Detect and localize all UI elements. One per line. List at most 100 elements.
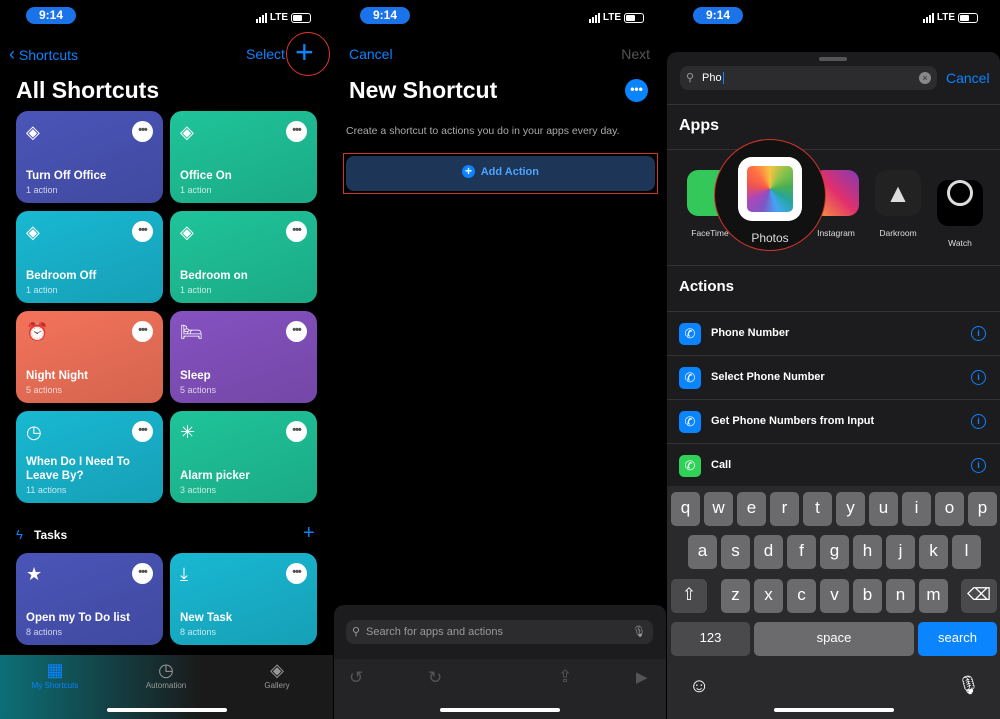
more-icon[interactable]: ••• (132, 121, 153, 142)
space-key[interactable]: space (754, 622, 914, 656)
search-key[interactable]: search (918, 622, 997, 656)
key-n[interactable]: n (886, 579, 915, 613)
shortcut-card[interactable]: 🛏 ••• Sleep 5 actions (170, 311, 317, 403)
key-e[interactable]: e (737, 492, 766, 526)
shortcut-card[interactable]: ◈ ••• Bedroom on 1 action (170, 211, 317, 303)
shortcut-card[interactable]: ⤓ ••• New Task 8 actions (170, 553, 317, 645)
key-j[interactable]: j (886, 535, 915, 569)
action-row[interactable]: ✆ Select Phone Number i (667, 355, 1000, 399)
key-a[interactable]: a (688, 535, 717, 569)
more-icon[interactable]: ••• (286, 563, 307, 584)
key-p[interactable]: p (968, 492, 997, 526)
shortcut-name: Alarm picker (180, 470, 250, 482)
home-indicator (440, 708, 560, 712)
app-darkroom[interactable]: ▲ Darkroom (875, 170, 921, 238)
download-tray-icon: ⤓ (180, 564, 188, 584)
all-shortcuts-screen: 9:14 LTE ‹ Shortcuts Select + All Shortc… (0, 0, 333, 719)
apps-heading: Apps (679, 117, 719, 134)
key-l[interactable]: l (952, 535, 981, 569)
microphone-icon[interactable]: 🎙 (632, 620, 646, 644)
info-icon[interactable]: i (971, 370, 986, 385)
chevron-left-icon: ‹ (9, 44, 15, 64)
more-options-button[interactable]: ••• (625, 79, 648, 102)
status-indicators: LTE (588, 12, 644, 23)
add-action-button[interactable]: + Add Action (346, 156, 655, 191)
clear-icon[interactable]: × (919, 72, 931, 84)
more-icon[interactable]: ••• (132, 421, 153, 442)
cancel-button[interactable]: Cancel (349, 46, 393, 62)
key-d[interactable]: d (754, 535, 783, 569)
shortcut-card[interactable]: ★ ••• Open my To Do list 8 actions (16, 553, 163, 645)
shortcut-card[interactable]: ⏰ ••• Night Night 5 actions (16, 311, 163, 403)
add-to-section-button[interactable]: + (303, 522, 315, 545)
key-u[interactable]: u (869, 492, 898, 526)
key-k[interactable]: k (919, 535, 948, 569)
key-f[interactable]: f (787, 535, 816, 569)
action-row[interactable]: ✆ Call i (667, 443, 1000, 487)
key-m[interactable]: m (919, 579, 948, 613)
phone-icon: ✆ (679, 455, 701, 477)
shift-key[interactable]: ⇧ (671, 579, 707, 613)
action-row[interactable]: ✆ Phone Number i (667, 311, 1000, 355)
share-icon[interactable]: ⇪ (558, 667, 572, 687)
cancel-button[interactable]: Cancel (946, 70, 990, 86)
new-shortcut-screen: 9:14 LTE Cancel Next New Shortcut ••• Cr… (334, 0, 666, 719)
tab-gallery[interactable]: ◈ Gallery (227, 659, 327, 690)
photos-highlight[interactable]: Photos (714, 139, 826, 251)
key-q[interactable]: q (671, 492, 700, 526)
select-button[interactable]: Select (246, 46, 285, 62)
lightning-icon: ϟ (16, 527, 23, 542)
key-g[interactable]: g (820, 535, 849, 569)
key-v[interactable]: v (820, 579, 849, 613)
action-row[interactable]: ✆ Get Phone Numbers from Input i (667, 399, 1000, 443)
key-x[interactable]: x (754, 579, 783, 613)
play-icon[interactable]: ▶ (636, 668, 648, 686)
numbers-key[interactable]: 123 (671, 622, 750, 656)
shortcut-card[interactable]: ✳ ••• Alarm picker 3 actions (170, 411, 317, 503)
shortcut-card[interactable]: ◈ ••• Office On 1 action (170, 111, 317, 203)
key-w[interactable]: w (704, 492, 733, 526)
tab-my-shortcuts[interactable]: ▦ My Shortcuts (5, 659, 105, 690)
delete-key[interactable]: ⌫ (961, 579, 997, 613)
layers-icon: ◈ (26, 122, 40, 142)
search-input[interactable]: ⚲ Pho × (680, 66, 937, 90)
shortcut-card[interactable]: ◷ ••• When Do I Need To Leave By? 11 action… (16, 411, 163, 503)
info-icon[interactable]: i (971, 458, 986, 473)
shortcut-name: Sleep (180, 370, 211, 382)
key-c[interactable]: c (787, 579, 816, 613)
key-o[interactable]: o (935, 492, 964, 526)
key-y[interactable]: y (836, 492, 865, 526)
key-s[interactable]: s (721, 535, 750, 569)
more-icon[interactable]: ••• (132, 321, 153, 342)
undo-icon[interactable]: ↺ (349, 668, 363, 688)
microphone-icon[interactable]: 🎙 (957, 675, 980, 696)
shortcut-card[interactable]: ◈ ••• Bedroom Off 1 action (16, 211, 163, 303)
signal-icon (588, 12, 600, 23)
emoji-icon[interactable]: ☺ (689, 675, 709, 698)
key-h[interactable]: h (853, 535, 882, 569)
shortcut-card[interactable]: ◈ ••• Turn Off Office 1 action (16, 111, 163, 203)
more-icon[interactable]: ••• (286, 121, 307, 142)
more-icon[interactable]: ••• (132, 221, 153, 242)
key-z[interactable]: z (721, 579, 750, 613)
info-icon[interactable]: i (971, 414, 986, 429)
next-button[interactable]: Next (621, 46, 650, 62)
sheet-handle[interactable] (819, 57, 847, 61)
key-r[interactable]: r (770, 492, 799, 526)
redo-icon[interactable]: ↻ (428, 668, 442, 688)
shortcut-name: Open my To Do list (26, 612, 130, 624)
back-button[interactable]: ‹ Shortcuts (9, 44, 78, 65)
more-icon[interactable]: ••• (286, 321, 307, 342)
more-icon[interactable]: ••• (286, 421, 307, 442)
add-shortcut-button[interactable]: + (295, 34, 314, 71)
key-i[interactable]: i (902, 492, 931, 526)
shortcut-name: Office On (180, 170, 232, 182)
tab-automation[interactable]: ◷ Automation (116, 659, 216, 690)
app-watch[interactable]: Watch (937, 170, 983, 248)
more-icon[interactable]: ••• (286, 221, 307, 242)
more-icon[interactable]: ••• (132, 563, 153, 584)
key-t[interactable]: t (803, 492, 832, 526)
search-input[interactable]: ⚲ Search for apps and actions 🎙 (346, 620, 653, 644)
info-icon[interactable]: i (971, 326, 986, 341)
key-b[interactable]: b (853, 579, 882, 613)
